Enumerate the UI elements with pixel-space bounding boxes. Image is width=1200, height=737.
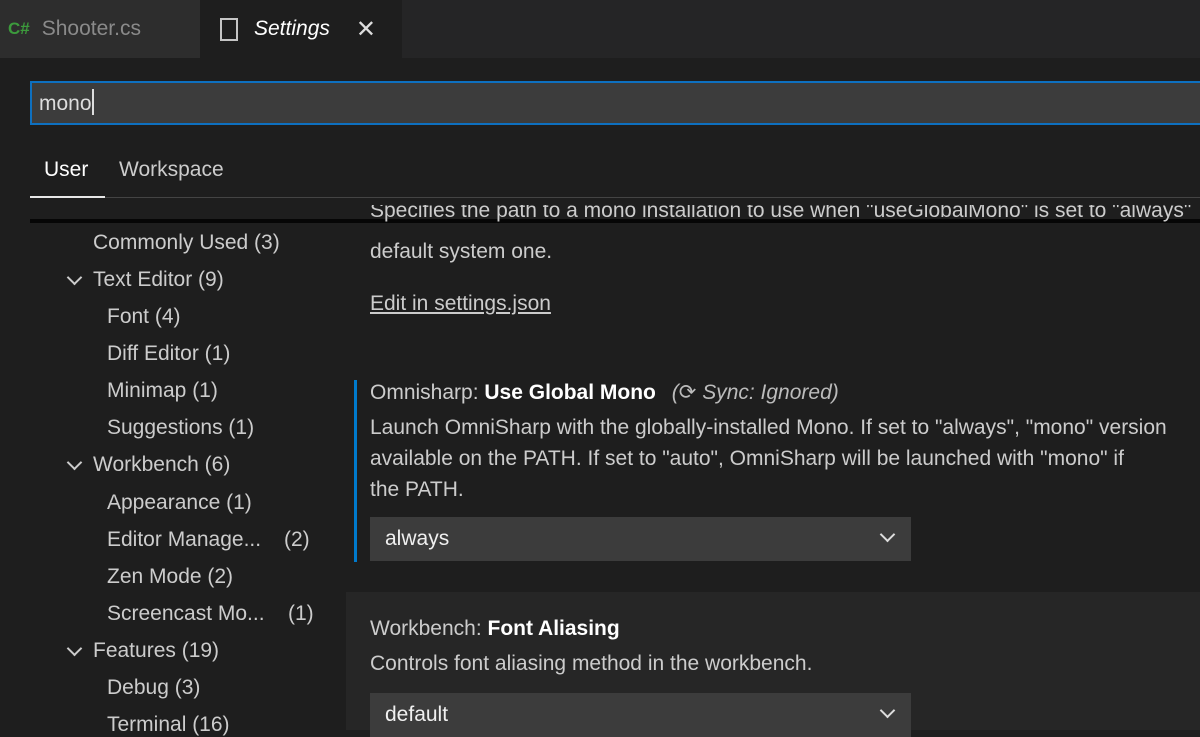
toc-item-debug[interactable]: Debug (3) [107, 676, 200, 700]
setting-description: the PATH. [370, 478, 464, 501]
toc-label: Screencast Mo... [107, 602, 265, 625]
chevron-down-icon[interactable] [66, 454, 83, 471]
sync-text: Sync: Ignored) [702, 381, 839, 404]
sync-ignored-label: (⟳ Sync: Ignored) [672, 381, 839, 404]
setting-description: available on the PATH. If set to "auto",… [370, 447, 1124, 470]
csharp-icon: C# [8, 19, 30, 38]
setting-description: Launch OmniSharp with the globally-insta… [370, 416, 1167, 439]
toc-item-diff-editor[interactable]: Diff Editor (1) [107, 342, 230, 366]
chevron-down-icon [879, 702, 896, 719]
close-icon[interactable]: ✕ [356, 15, 376, 44]
toc-item-features[interactable]: Features (19) [93, 639, 219, 663]
file-icon [220, 17, 238, 41]
text-cursor [91, 89, 94, 116]
toc-count: (2) [284, 528, 310, 551]
tab-user[interactable]: User [30, 158, 105, 198]
toc-item-commonly-used[interactable]: Commonly Used (3) [93, 231, 280, 255]
select-value: always [385, 527, 450, 550]
setting-description: default system one. [370, 240, 553, 263]
focused-setting-indicator [354, 380, 357, 562]
select-value: default [385, 703, 449, 726]
setting-title-font-aliasing: Workbench: Font Aliasing [370, 617, 620, 641]
toc-item-terminal[interactable]: Terminal (16) [107, 713, 230, 737]
toc-item-suggestions[interactable]: Suggestions (1) [107, 416, 254, 440]
tab-workspace[interactable]: Workspace [119, 158, 224, 198]
toc-item-workbench[interactable]: Workbench (6) [93, 453, 230, 477]
toc-item-minimap[interactable]: Minimap (1) [107, 379, 218, 403]
toc-label: Editor Manage... [107, 528, 262, 551]
paren: ( [671, 381, 679, 404]
toc-count: (1) [288, 602, 314, 625]
toc-item-editor-management[interactable]: Editor Manage... (2) [107, 528, 310, 552]
toc-item-text-editor[interactable]: Text Editor (9) [93, 268, 224, 292]
setting-category: Workbench: [370, 617, 488, 640]
use-global-mono-select[interactable]: always [370, 517, 911, 561]
toc-item-appearance[interactable]: Appearance (1) [107, 491, 252, 515]
setting-mono-path-desc-clipped: Specifies the path to a mono installatio… [370, 205, 1200, 230]
font-aliasing-select[interactable]: default [370, 693, 911, 737]
toc-item-font[interactable]: Font (4) [107, 305, 181, 329]
tab-bar: C# Shooter.cs Settings ✕ [0, 0, 1200, 58]
setting-description: Specifies the path to a mono installatio… [370, 205, 1192, 222]
setting-name: Font Aliasing [487, 617, 620, 640]
settings-search-input[interactable]: mono [30, 81, 1200, 125]
sync-ignored-icon: ⟳ [678, 381, 697, 404]
edit-in-settings-json-link[interactable]: Edit in settings.json [370, 292, 551, 316]
toc-item-screencast-mode[interactable]: Screencast Mo... (1) [107, 602, 314, 626]
tab-label: Shooter.cs [41, 17, 141, 40]
setting-title-use-global-mono: Omnisharp: Use Global Mono (⟳ Sync: Igno… [370, 380, 839, 405]
setting-description: Controls font aliasing method in the wor… [370, 652, 813, 675]
chevron-down-icon [879, 526, 896, 543]
toc-item-zen-mode[interactable]: Zen Mode (2) [107, 565, 233, 589]
search-value: mono [39, 92, 92, 115]
setting-category: Omnisharp: [370, 381, 485, 404]
scope-tabs: User Workspace [30, 150, 1200, 198]
chevron-down-icon[interactable] [66, 640, 83, 657]
setting-name: Use Global Mono [484, 381, 656, 404]
tab-label: Settings [254, 17, 330, 40]
chevron-down-icon[interactable] [66, 269, 83, 286]
tab-settings[interactable]: Settings ✕ [200, 0, 402, 58]
tab-shooter-cs[interactable]: C# Shooter.cs [0, 0, 200, 58]
